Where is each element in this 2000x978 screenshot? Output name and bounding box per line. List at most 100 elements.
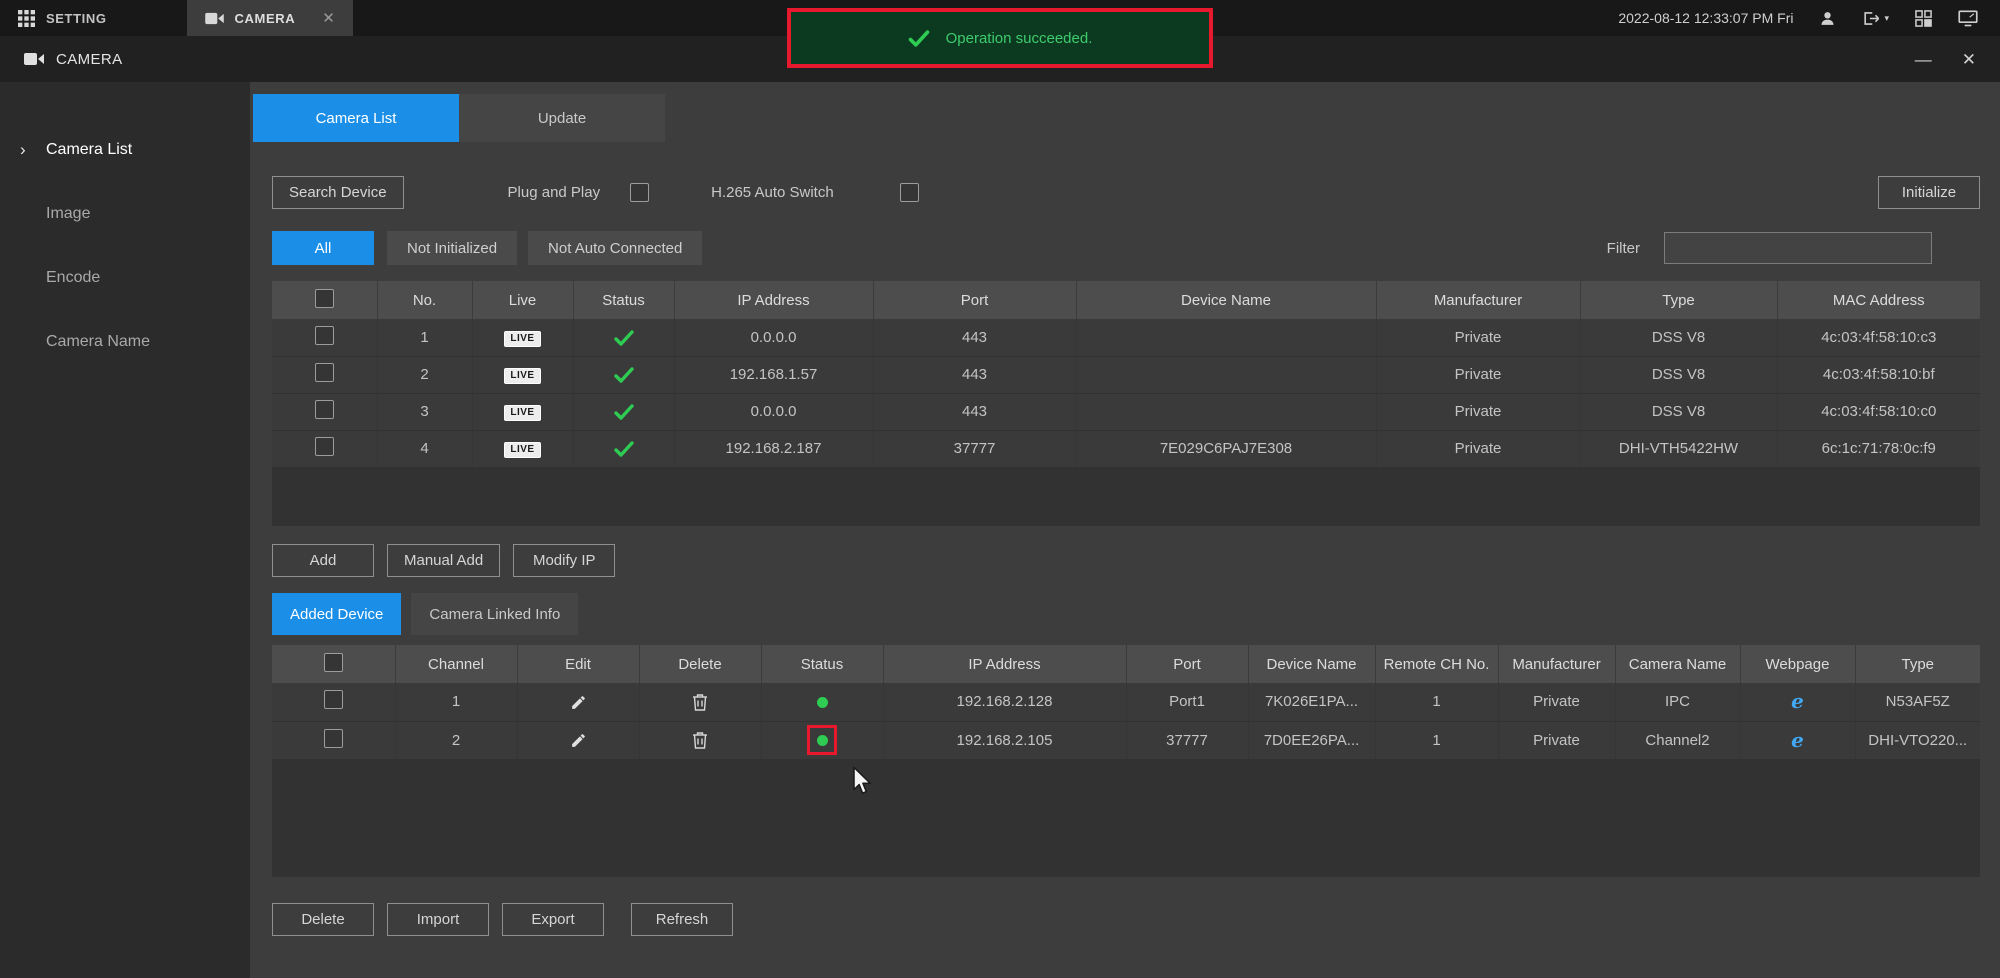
import-button[interactable]: Import bbox=[387, 903, 489, 936]
live-badge[interactable]: LIVE bbox=[504, 442, 540, 458]
webpage-browser-icon[interactable]: e bbox=[1791, 728, 1804, 752]
live-badge[interactable]: LIVE bbox=[504, 405, 540, 421]
channel-grid-icon[interactable] bbox=[1915, 10, 1932, 27]
device-no: 3 bbox=[377, 393, 472, 430]
sidebar-item-camera-list[interactable]: › Camera List bbox=[0, 118, 250, 182]
col-ip-address: IP Address bbox=[674, 281, 873, 319]
row-select-cell bbox=[272, 430, 377, 467]
tab-update[interactable]: Update bbox=[459, 94, 665, 142]
edit-cell bbox=[517, 683, 639, 721]
channel-camera-name: Channel2 bbox=[1615, 721, 1740, 759]
plug-and-play-checkbox[interactable] bbox=[630, 183, 649, 202]
col-mac-address: MAC Address bbox=[1777, 281, 1980, 319]
device-ip: 192.168.2.187 bbox=[674, 430, 873, 467]
discovered-devices-panel: No. Live Status IP Address Port Device N… bbox=[272, 281, 1980, 526]
table-header-row: No. Live Status IP Address Port Device N… bbox=[272, 281, 1980, 319]
row-checkbox[interactable] bbox=[324, 729, 343, 748]
logout-icon[interactable]: ▾ bbox=[1862, 10, 1889, 27]
display-icon[interactable] bbox=[1958, 9, 1978, 27]
minimize-icon[interactable]: — bbox=[1915, 51, 1932, 68]
remote-ch-no: 1 bbox=[1375, 683, 1498, 721]
delete-button[interactable]: Delete bbox=[272, 903, 374, 936]
device-no: 4 bbox=[377, 430, 472, 467]
row-checkbox[interactable] bbox=[315, 400, 334, 419]
datetime-label: 2022-08-12 12:33:07 PM Fri bbox=[1618, 10, 1793, 26]
refresh-button[interactable]: Refresh bbox=[631, 903, 733, 936]
device-row[interactable]: 2 LIVE 192.168.1.57 443 Private DSS V8 4… bbox=[272, 356, 1980, 393]
table-header-row: Channel Edit Delete Status IP Address Po… bbox=[272, 645, 1980, 683]
device-row[interactable]: 4 LIVE 192.168.2.187 37777 7E029C6PAJ7E3… bbox=[272, 430, 1980, 467]
success-check-icon bbox=[908, 30, 930, 47]
col-device-name: Device Name bbox=[1076, 281, 1376, 319]
sidebar-item-image[interactable]: › Image bbox=[0, 182, 250, 246]
sidebar-item-encode[interactable]: › Encode bbox=[0, 246, 250, 310]
topbar-tab-camera[interactable]: CAMERA ✕ bbox=[187, 0, 354, 36]
success-toast: Operation succeeded. bbox=[791, 12, 1209, 64]
status-cell bbox=[573, 319, 674, 356]
row-checkbox[interactable] bbox=[324, 690, 343, 709]
topbar-tab-setting[interactable]: SETTING bbox=[0, 0, 125, 36]
device-port: 443 bbox=[873, 356, 1076, 393]
device-port: 37777 bbox=[873, 430, 1076, 467]
status-cell bbox=[573, 356, 674, 393]
chevron-down-icon: ▾ bbox=[1884, 13, 1889, 24]
trash-icon[interactable] bbox=[692, 731, 708, 749]
user-icon[interactable] bbox=[1819, 10, 1836, 27]
row-checkbox[interactable] bbox=[315, 437, 334, 456]
added-device-row[interactable]: 2 192.168.2.105 37777 7D0EE26PA... 1 Pri… bbox=[272, 721, 1980, 759]
status-connected-check-icon bbox=[614, 441, 634, 457]
status-connected-check-icon bbox=[614, 404, 634, 420]
tab-close-icon[interactable]: ✕ bbox=[322, 9, 335, 27]
h265-auto-switch-label: H.265 Auto Switch bbox=[711, 184, 834, 201]
webpage-browser-icon[interactable]: e bbox=[1791, 689, 1804, 713]
added-device-row[interactable]: 1 192.168.2.128 Port1 7K026E1PA... 1 Pri… bbox=[272, 683, 1980, 721]
sidebar: › Camera List › Image › Encode › Camera … bbox=[0, 82, 250, 978]
col-type: Type bbox=[1855, 645, 1980, 683]
edit-pencil-icon[interactable] bbox=[570, 732, 587, 749]
manual-add-button[interactable]: Manual Add bbox=[387, 544, 500, 577]
channel-ip: 192.168.2.105 bbox=[883, 721, 1126, 759]
col-channel: Channel bbox=[395, 645, 517, 683]
close-icon[interactable]: ✕ bbox=[1962, 51, 1976, 68]
live-badge[interactable]: LIVE bbox=[504, 331, 540, 347]
h265-auto-switch-checkbox[interactable] bbox=[900, 183, 919, 202]
col-type: Type bbox=[1580, 281, 1777, 319]
tab-added-device[interactable]: Added Device bbox=[272, 593, 401, 635]
device-mac: 6c:1c:71:78:0c:f9 bbox=[1777, 430, 1980, 467]
filter-chip-not-initialized[interactable]: Not Initialized bbox=[387, 231, 517, 265]
edit-pencil-icon[interactable] bbox=[570, 694, 587, 711]
tab-camera-linked-info[interactable]: Camera Linked Info bbox=[411, 593, 578, 635]
col-webpage: Webpage bbox=[1740, 645, 1855, 683]
select-all-checkbox[interactable] bbox=[324, 653, 343, 672]
sidebar-item-label: Camera List bbox=[46, 141, 132, 159]
annotation-box-toast: Operation succeeded. bbox=[787, 8, 1213, 68]
live-badge[interactable]: LIVE bbox=[504, 368, 540, 384]
tab-camera-list[interactable]: Camera List bbox=[253, 94, 459, 142]
initialize-button[interactable]: Initialize bbox=[1878, 176, 1980, 209]
device-row[interactable]: 3 LIVE 0.0.0.0 443 Private DSS V8 4c:03:… bbox=[272, 393, 1980, 430]
channel-manufacturer: Private bbox=[1498, 683, 1615, 721]
col-device-name: Device Name bbox=[1248, 645, 1375, 683]
col-manufacturer: Manufacturer bbox=[1498, 645, 1615, 683]
sidebar-item-camera-name[interactable]: › Camera Name bbox=[0, 310, 250, 374]
modify-ip-button[interactable]: Modify IP bbox=[513, 544, 615, 577]
filter-chip-not-auto-connected[interactable]: Not Auto Connected bbox=[528, 231, 702, 265]
device-row[interactable]: 1 LIVE 0.0.0.0 443 Private DSS V8 4c:03:… bbox=[272, 319, 1980, 356]
add-button[interactable]: Add bbox=[272, 544, 374, 577]
row-checkbox[interactable] bbox=[315, 326, 334, 345]
export-button[interactable]: Export bbox=[502, 903, 604, 936]
filter-input[interactable] bbox=[1664, 232, 1932, 264]
window-title: CAMERA bbox=[56, 51, 123, 68]
annotation-box-status bbox=[807, 725, 837, 755]
filter-chip-all[interactable]: All bbox=[272, 231, 374, 265]
search-device-button[interactable]: Search Device bbox=[272, 176, 404, 209]
select-all-checkbox[interactable] bbox=[315, 289, 334, 308]
trash-icon[interactable] bbox=[692, 693, 708, 711]
device-actions-row: Add Manual Add Modify IP bbox=[272, 544, 615, 577]
live-cell: LIVE bbox=[472, 356, 573, 393]
device-manufacturer: Private bbox=[1376, 356, 1580, 393]
device-port: 443 bbox=[873, 393, 1076, 430]
main-tabs: Camera List Update bbox=[253, 94, 665, 142]
row-checkbox[interactable] bbox=[315, 363, 334, 382]
nvr-camera-screen: { "colors": { "accent_blue": "#1b8fe8", … bbox=[0, 0, 2000, 978]
